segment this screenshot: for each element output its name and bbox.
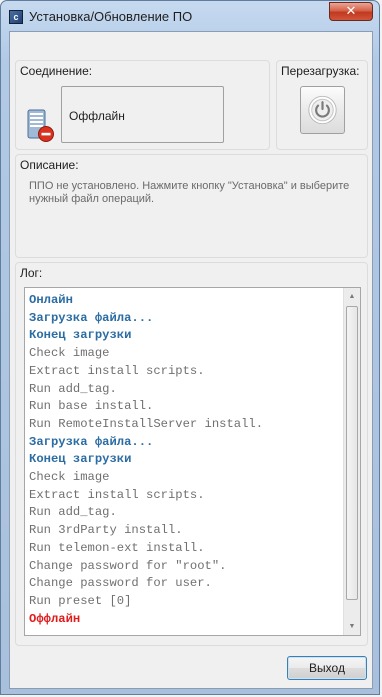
log-line: Change password for user. <box>29 576 212 591</box>
log-textarea[interactable]: Онлайн Загрузка файла... Конец загрузки Che… <box>24 287 361 636</box>
log-group: Лог: Онлайн Загрузка файла... Конец загруз… <box>15 262 368 646</box>
log-line: Загрузка файла... <box>29 310 154 325</box>
description-group: Описание: ППО не установлено. Нажмите кн… <box>15 154 368 258</box>
installer-window: c Установка/Обновление ПО ✕ Соединение: … <box>0 0 380 695</box>
log-line: Run add_tag. <box>29 381 117 396</box>
description-label: Описание: <box>20 158 79 172</box>
title-bar[interactable]: c Установка/Обновление ПО ✕ <box>1 1 379 31</box>
connection-status-box: Оффлайн <box>61 86 224 143</box>
log-line: Run base install. <box>29 399 154 414</box>
dialog-client-area: Соединение: Оффлайн Перезагрузка: Описан… <box>9 31 373 689</box>
scroll-thumb[interactable] <box>346 306 358 600</box>
log-line: Extract install scripts. <box>29 487 205 502</box>
log-line: Оффлайн <box>29 611 81 626</box>
exit-button[interactable]: Выход <box>287 656 367 680</box>
connection-label: Соединение: <box>20 64 93 78</box>
log-line: Run 3rdParty install. <box>29 523 183 538</box>
description-text: ППО не установлено. Нажмите кнопку "Уста… <box>29 180 350 205</box>
log-line: Change password for "root". <box>29 558 227 573</box>
log-line: Check image <box>29 470 110 485</box>
log-line: Конец загрузки <box>29 452 132 467</box>
log-line: Run add_tag. <box>29 505 117 520</box>
log-line: Run telemon-ext install. <box>29 540 205 555</box>
log-scrollbar[interactable]: ▲ ▼ <box>343 288 360 635</box>
scroll-down-arrow-icon[interactable]: ▼ <box>344 618 360 635</box>
log-line: Run RemoteInstallServer install. <box>29 416 264 431</box>
scroll-up-arrow-icon[interactable]: ▲ <box>344 288 360 305</box>
connection-status-text: Оффлайн <box>69 109 125 123</box>
connection-group: Соединение: Оффлайн <box>15 60 270 150</box>
server-offline-icon <box>27 109 54 142</box>
reboot-button[interactable] <box>300 86 345 134</box>
reboot-group: Перезагрузка: <box>276 60 368 150</box>
log-label: Лог: <box>20 266 43 280</box>
log-line: Extract install scripts. <box>29 363 205 378</box>
log-line: Онлайн <box>29 293 73 307</box>
log-line: Check image <box>29 346 110 361</box>
log-line: Конец загрузки <box>29 328 132 343</box>
power-icon <box>308 95 337 125</box>
log-lines: Онлайн Загрузка файла... Конец загрузки Che… <box>29 292 263 628</box>
log-line: Загрузка файла... <box>29 434 154 449</box>
app-icon: c <box>9 10 23 24</box>
log-line: Run preset [0] <box>29 593 132 608</box>
reboot-label: Перезагрузка: <box>281 64 360 78</box>
window-title: Установка/Обновление ПО <box>29 9 193 24</box>
close-button[interactable]: ✕ <box>329 2 373 21</box>
